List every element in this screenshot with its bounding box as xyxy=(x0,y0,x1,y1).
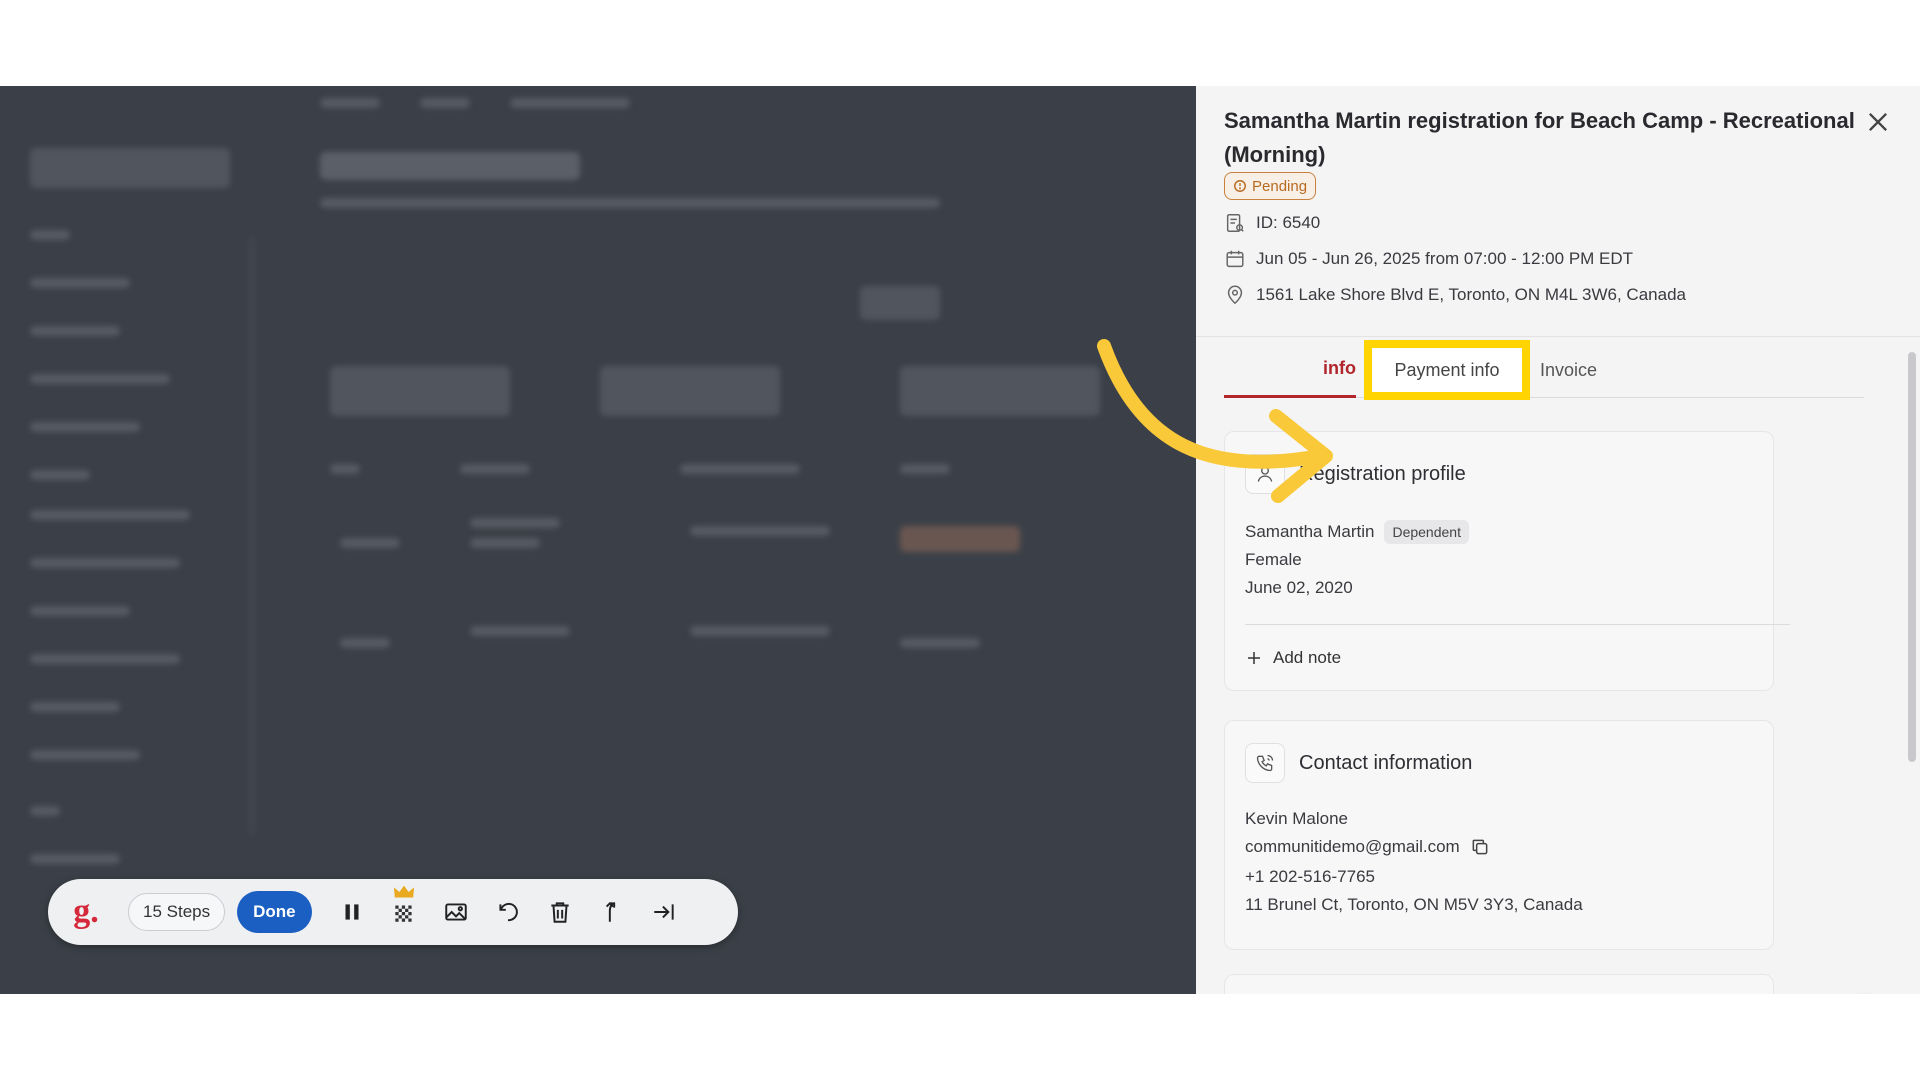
arrow-up-curve-icon xyxy=(605,901,615,922)
screen-frame: Samantha Martin registration for Beach C… xyxy=(0,86,1920,994)
profile-birthdate: June 02, 2020 xyxy=(1245,578,1353,597)
registration-id-row: ID: 6540 xyxy=(1224,212,1320,234)
contact-email-row: communitidemo@gmail.com xyxy=(1245,837,1490,857)
panel-title: Samantha Martin registration for Beach C… xyxy=(1224,108,1855,167)
status-badge: Pending xyxy=(1224,172,1317,200)
date-row: Jun 05 - Jun 26, 2025 from 07:00 - 12:00… xyxy=(1224,248,1633,270)
registration-id: ID: 6540 xyxy=(1256,213,1321,232)
steps-count-button[interactable]: 15 Steps xyxy=(128,893,226,931)
undo-icon xyxy=(499,902,518,922)
tab-payment-info[interactable]: Payment info xyxy=(1364,340,1530,400)
tab-invoice[interactable]: Invoice xyxy=(1540,342,1620,398)
date-range: Jun 05 - Jun 26, 2025 from 07:00 - 12:00… xyxy=(1256,249,1634,268)
pause-icon xyxy=(345,904,359,920)
pause-button[interactable] xyxy=(326,886,378,938)
contact-information-title: Contact information xyxy=(1299,751,1473,774)
clock-icon xyxy=(1234,180,1246,192)
arrow-right-to-bar-icon xyxy=(653,904,674,920)
dependent-tag: Dependent xyxy=(1384,520,1469,544)
crown-icon xyxy=(393,885,414,898)
copy-icon[interactable] xyxy=(1470,837,1490,857)
image-icon xyxy=(444,903,467,921)
status-text: Pending xyxy=(1252,177,1308,195)
calendar-icon xyxy=(1226,250,1244,268)
add-note-button[interactable]: Add note xyxy=(1245,648,1341,668)
close-icon[interactable] xyxy=(1864,108,1892,136)
phone-icon xyxy=(1245,743,1285,783)
image-button[interactable] xyxy=(430,886,482,938)
contact-name: Kevin Malone xyxy=(1245,809,1349,828)
contact-email: communitidemo@gmail.com xyxy=(1245,837,1460,856)
contact-phone: +1 202-516-7765 xyxy=(1245,867,1375,886)
contact-information-header: Contact information xyxy=(1245,743,1472,783)
plus-icon xyxy=(1248,652,1260,664)
skip-to-end-button[interactable] xyxy=(638,886,690,938)
blur-tool-button[interactable] xyxy=(378,885,430,938)
recorder-toolbar: g. 15 Steps Done xyxy=(48,879,738,945)
app-logo: g. xyxy=(73,893,99,930)
contact-address: 11 Brunel Ct, Toronto, ON M5V 3Y3, Canad… xyxy=(1245,895,1583,914)
next-card xyxy=(1224,974,1774,994)
registration-details-panel: Samantha Martin registration for Beach C… xyxy=(1196,86,1920,994)
profile-divider xyxy=(1245,624,1790,625)
done-button[interactable]: Done xyxy=(237,891,312,933)
panel-scrollbar[interactable] xyxy=(1908,352,1916,762)
checker-blur-icon xyxy=(394,905,412,922)
location-row: 1561 Lake Shore Blvd E, Toronto, ON M4L … xyxy=(1224,284,1686,306)
location-address: 1561 Lake Shore Blvd E, Toronto, ON M4L … xyxy=(1256,285,1686,304)
contact-information-card: Contact information Kevin Malone communi… xyxy=(1224,720,1774,950)
add-note-label: Add note xyxy=(1273,648,1342,667)
move-up-button[interactable] xyxy=(586,886,638,938)
location-pin-icon xyxy=(1227,285,1243,305)
dimmed-background-app xyxy=(0,86,1196,994)
undo-button[interactable] xyxy=(482,886,534,938)
profile-gender: Female xyxy=(1245,550,1302,569)
receipt-icon xyxy=(1226,214,1244,232)
trash-icon xyxy=(550,902,569,923)
delete-button[interactable] xyxy=(534,886,586,938)
highlight-arrow-annotation xyxy=(1097,339,1333,503)
